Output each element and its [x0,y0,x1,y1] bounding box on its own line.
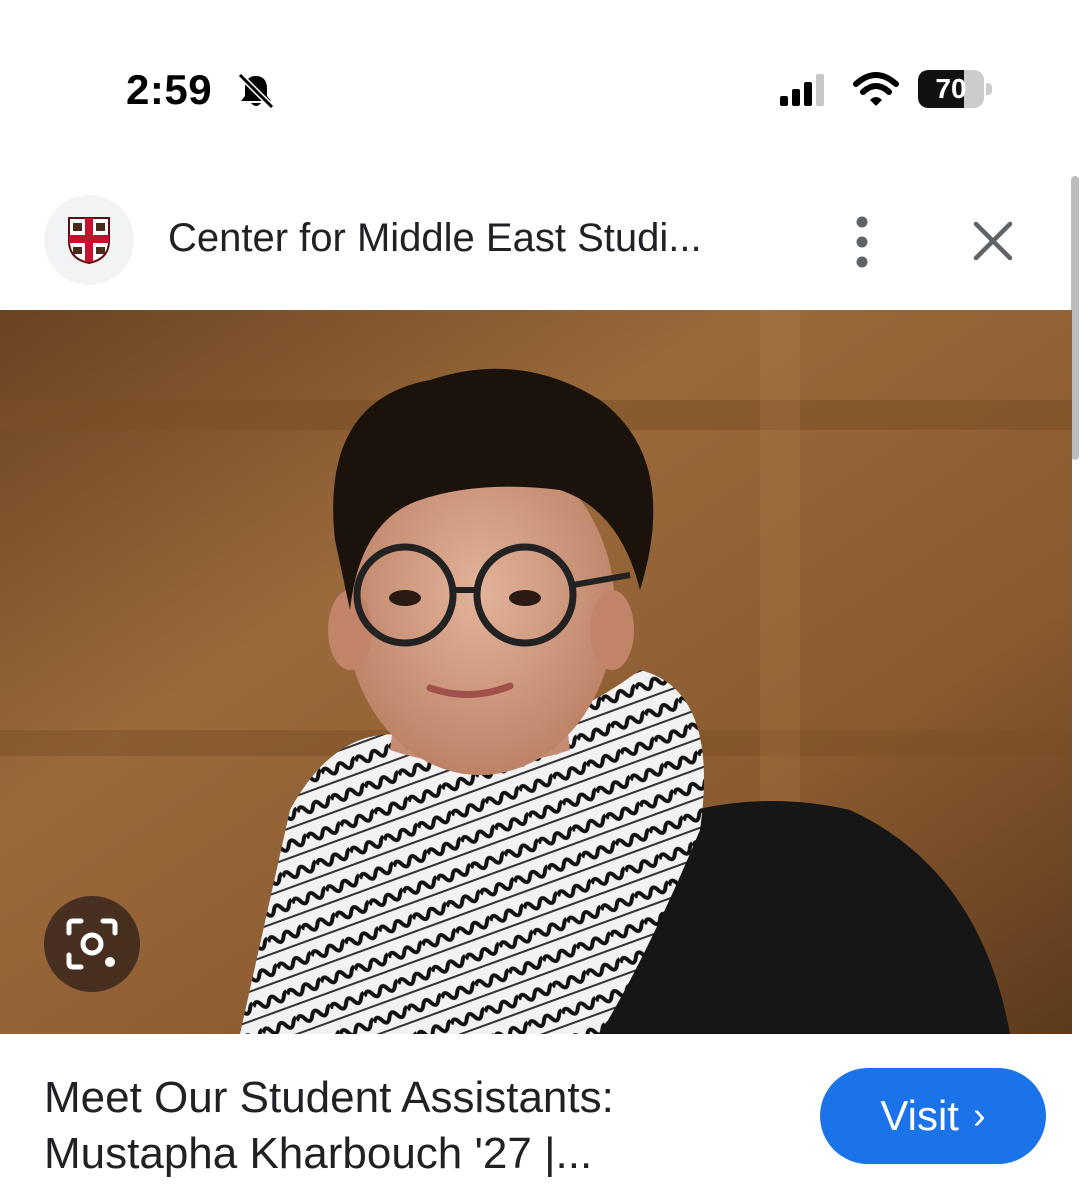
visit-label: Visit [880,1092,959,1139]
status-bar: 2:59 70 [0,0,1090,130]
visual-search-icon [66,918,118,970]
scrollbar[interactable] [1071,176,1079,460]
battery-icon: 70 [918,70,992,108]
status-time: 2:59 [126,66,213,113]
bell-muted-icon [237,72,275,110]
portrait-photo [0,310,1072,1034]
visit-button[interactable]: Visit › [820,1068,1046,1164]
cellular-signal-icon [780,74,824,106]
close-icon[interactable] [968,216,1018,266]
screen: 2:59 70 Center for Middle East Studi... … [0,0,1090,1200]
result-title-line1: Meet Our Student Assistants: [44,1073,614,1122]
result-title-line2: Mustapha Kharbouch '27 |... [44,1129,593,1178]
source-header: Center for Middle East Studi... [0,180,1090,310]
more-vertical-icon[interactable] [842,214,882,270]
site-logo[interactable] [44,195,134,285]
battery-level: 70 [935,73,967,104]
university-shield-icon [68,217,110,265]
battery-nub [986,83,992,95]
visual-search-button[interactable] [44,896,140,992]
site-title[interactable]: Center for Middle East Studi... [168,216,702,261]
result-title[interactable]: Meet Our Student Assistants: Mustapha Kh… [44,1070,784,1182]
battery-body: 70 [918,70,984,108]
result-image[interactable] [0,310,1072,1034]
wifi-icon [853,72,899,106]
chevron-right-icon: › [972,1094,986,1137]
